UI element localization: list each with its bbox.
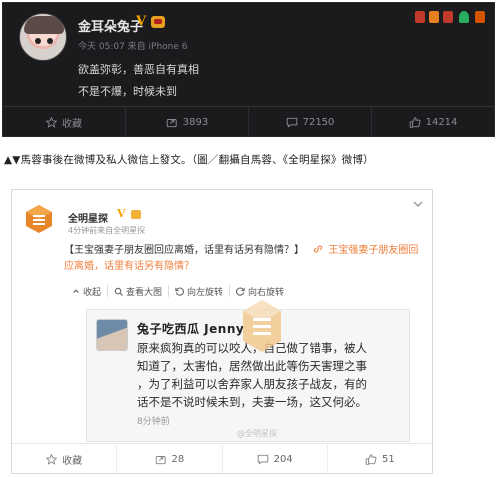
favorite-label: 收藏: [62, 118, 82, 130]
tool-label: 查看大图: [126, 287, 163, 298]
view-large-button[interactable]: 查看大图: [108, 285, 170, 298]
thumbs-up-icon: [365, 453, 377, 465]
username[interactable]: 金耳朵兔子: [78, 16, 143, 35]
embedded-screenshot[interactable]: 兔子吃西瓜 Jenny 原来疯狗真的可以咬人，自己做了错事，被人 知道了，太害怕…: [86, 300, 410, 442]
repost-button[interactable]: 28: [117, 444, 223, 474]
watermark-logo-icon: [243, 300, 281, 352]
post-action-bar: 收藏 28 204 51: [12, 444, 432, 474]
repost-icon: [155, 455, 166, 464]
card-decoration: [413, 5, 493, 29]
link-icon: [314, 245, 323, 253]
rotate-left-icon: [175, 287, 185, 296]
collapse-icon: [73, 289, 79, 294]
repost-count: 3893: [182, 116, 209, 128]
second-weibo-card: 全明星探 V 4分钟前来自全明星探 【王宝强妻子朋友圈回应离婚，话里有话另有隐情…: [11, 189, 433, 474]
image-caption: ▲▼馬蓉事後在微博及私人微信上發文。（圖／翻攝自馬蓉、《全明星探》微博）: [4, 154, 374, 166]
like-count: 51: [382, 453, 395, 465]
chevron-down-icon[interactable]: [413, 200, 423, 208]
favorite-label: 收藏: [62, 455, 83, 467]
like-button[interactable]: 51: [328, 444, 432, 474]
member-badge-icon: [131, 210, 141, 219]
embedded-text-line: ，为了利益可以舍弃家人朋友孩子战友，有的: [137, 377, 367, 391]
thumbs-up-icon: [409, 116, 421, 128]
repost-icon: [166, 118, 177, 127]
post-action-bar: 收藏 3893 72150 14214: [3, 107, 494, 137]
comment-count: 72150: [302, 116, 335, 128]
username[interactable]: 全明星探: [68, 210, 108, 225]
article-link-continued[interactable]: 应离婚，话里有话另有隐情？: [64, 259, 419, 275]
comment-button[interactable]: 72150: [249, 107, 372, 137]
comment-button[interactable]: 204: [223, 444, 328, 474]
watermark: @全明星探: [237, 429, 277, 438]
embedded-text-line: 知道了，太害怕，居然做出此等伤天害理之事: [137, 359, 367, 373]
user-avatar[interactable]: [19, 13, 67, 61]
embedded-time: 8分钟前: [137, 417, 170, 427]
member-crown-icon: [151, 16, 165, 28]
favorite-button[interactable]: 收藏: [12, 444, 118, 474]
post-text-line: 欲盖弥彰，善恶自有真相: [78, 63, 199, 76]
embedded-username: 兔子吃西瓜 Jenny: [137, 322, 245, 336]
favorite-button[interactable]: 收藏: [3, 107, 126, 137]
tool-label: 向右旋转: [248, 287, 285, 298]
comment-icon: [257, 454, 268, 465]
embedded-avatar: [96, 319, 128, 351]
comment-count: 204: [273, 453, 293, 465]
post-meta: 4分钟前来自全明星探: [68, 226, 146, 235]
like-button[interactable]: 14214: [372, 107, 494, 137]
verified-badge-icon: V: [136, 14, 147, 29]
rotate-right-icon: [236, 287, 245, 296]
post-meta: 今天 05:07 来自 iPhone 6: [78, 42, 188, 52]
brand-logo-icon[interactable]: [24, 204, 54, 234]
repost-count: 28: [171, 453, 185, 465]
collapse-button[interactable]: 收起: [72, 285, 109, 298]
post-body: 【王宝强妻子朋友圈回应离婚，话里有话另有隐情？】 王宝强妻子朋友圈回 应离婚，话…: [64, 243, 419, 275]
post-text: 【王宝强妻子朋友圈回应离婚，话里有话另有隐情？】: [64, 245, 304, 256]
tool-label: 向左旋转: [187, 287, 224, 298]
image-toolbar: 收起 查看大图 向左旋转 向右旋转: [72, 285, 290, 298]
top-weibo-card: 金耳朵兔子 V 今天 05:07 来自 iPhone 6 欲盖弥彰，善恶自有真相…: [2, 2, 495, 137]
star-icon: [46, 116, 57, 128]
post-text-line: 不是不爆，时候未到: [78, 85, 177, 98]
repost-button[interactable]: 3893: [126, 107, 249, 137]
like-count: 14214: [425, 116, 458, 128]
article-link[interactable]: 王宝强妻子朋友圈回: [328, 245, 418, 256]
rotate-right-button[interactable]: 向右旋转: [230, 285, 290, 298]
comment-icon: [286, 117, 297, 128]
star-icon: [46, 453, 58, 465]
embedded-text-line: 话不是不说时候未到，夫妻一场，这又何必。: [137, 395, 367, 409]
tool-label: 收起: [83, 287, 102, 298]
zoom-icon: [114, 287, 123, 296]
verified-badge-icon: V: [117, 207, 126, 220]
rotate-left-button[interactable]: 向左旋转: [169, 285, 231, 298]
